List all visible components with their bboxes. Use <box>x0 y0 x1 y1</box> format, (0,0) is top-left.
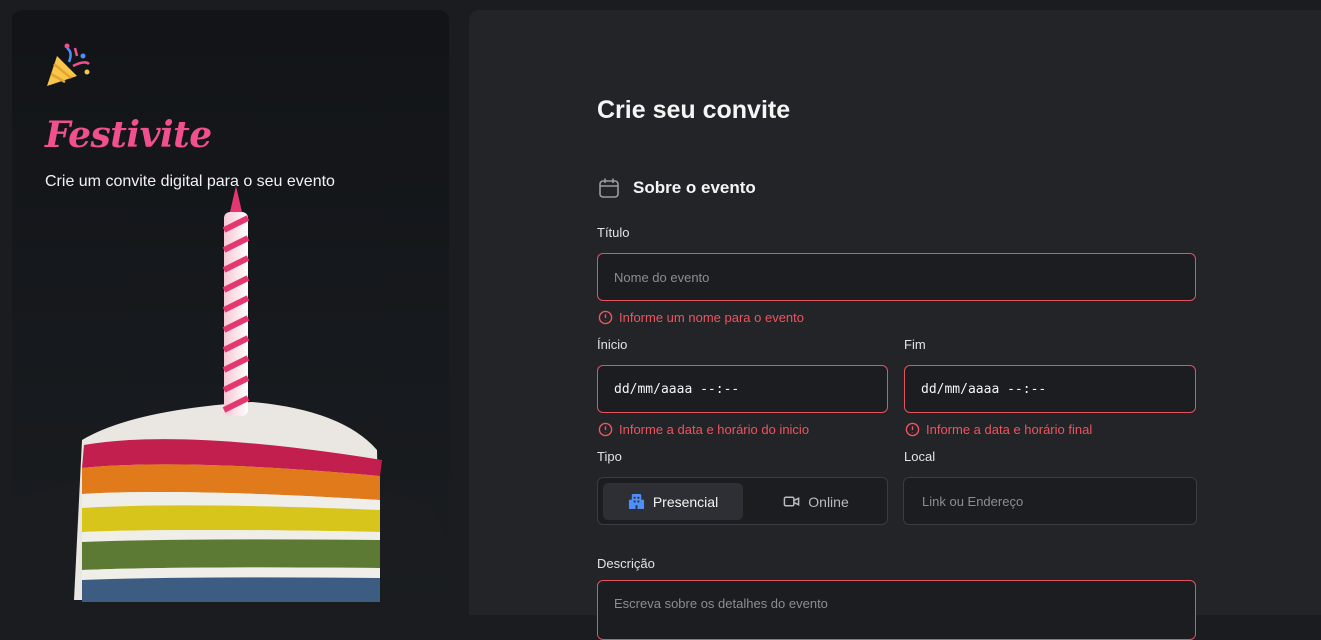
inicio-datetime-input[interactable]: dd/mm/aaaa --:-- <box>597 365 888 413</box>
page-title: Crie seu convite <box>597 96 791 124</box>
fim-error: Informe a data e horário final <box>905 422 1092 437</box>
alert-circle-icon <box>598 422 613 437</box>
online-label: Online <box>808 493 849 510</box>
brand-tagline: Crie um convite digital para o seu event… <box>45 173 335 190</box>
fim-datetime-input[interactable]: dd/mm/aaaa --:-- <box>904 365 1196 413</box>
tipo-toggle: Presencial Online <box>597 477 888 525</box>
inicio-value: dd/mm/aaaa --:-- <box>614 381 740 397</box>
inicio-error: Informe a data e horário do inicio <box>598 422 809 437</box>
tipo-option-presencial[interactable]: Presencial <box>603 483 743 520</box>
titulo-placeholder: Nome do evento <box>614 269 710 285</box>
presencial-label: Presencial <box>652 493 719 510</box>
descricao-placeholder: Escreva sobre os detalhes do evento <box>614 596 828 611</box>
alert-circle-icon <box>598 310 613 325</box>
section-title: Sobre o evento <box>633 178 756 197</box>
titulo-label: Título <box>597 225 630 240</box>
local-label: Local <box>904 449 936 464</box>
tipo-label: Tipo <box>597 449 622 464</box>
inicio-label: Ínicio <box>597 337 628 352</box>
fim-label: Fim <box>904 337 926 352</box>
descricao-label: Descrição <box>597 556 655 571</box>
hero-panel: Festivite Crie um convite digital para o… <box>12 10 449 602</box>
form-panel: Crie seu convite Sobre o evento Título N… <box>469 10 1321 640</box>
calendar-icon <box>599 178 619 198</box>
alert-circle-icon <box>905 422 920 437</box>
fim-value: dd/mm/aaaa --:-- <box>921 381 1047 397</box>
party-popper-icon <box>47 43 90 86</box>
brand-name: Festivite <box>45 114 212 156</box>
fim-error-text: Informe a data e horário final <box>926 422 1093 437</box>
local-input[interactable]: Link ou Endereço <box>903 477 1197 525</box>
titulo-input[interactable]: Nome do evento <box>597 253 1196 301</box>
titulo-error: Informe um nome para o evento <box>598 310 804 325</box>
video-icon <box>783 496 800 507</box>
descricao-textarea[interactable]: Escreva sobre os detalhes do evento <box>597 580 1196 640</box>
local-placeholder: Link ou Endereço <box>922 493 1024 509</box>
titulo-error-text: Informe um nome para o evento <box>619 310 804 325</box>
building-icon <box>628 493 644 510</box>
inicio-error-text: Informe a data e horário do inicio <box>619 422 810 437</box>
tipo-option-online[interactable]: Online <box>746 483 886 520</box>
cake-photo <box>12 186 442 602</box>
